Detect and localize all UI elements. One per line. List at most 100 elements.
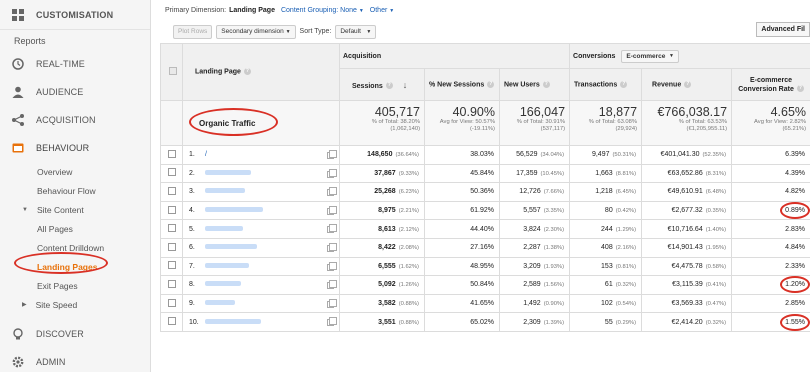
sidebar-item-realtime-label: REAL-TIME <box>36 59 85 69</box>
new-users-value: 12,726 <box>519 188 541 196</box>
help-icon[interactable]: ? <box>385 82 393 90</box>
transactions-cell: 1,663 (8.81%) <box>569 163 643 184</box>
conv-rate-annotation <box>780 202 810 220</box>
copy-icon[interactable] <box>327 224 337 234</box>
transactions-pct: (0.81%) <box>615 263 637 270</box>
conv-rate-cell: 4.82% <box>731 182 810 202</box>
landing-page-link-redacted[interactable] <box>204 225 243 231</box>
conv-rate-header[interactable]: E-commerce Conversion Rate? <box>731 68 810 101</box>
row-checkbox[interactable] <box>167 205 176 214</box>
advanced-filter-button[interactable]: Advanced Fil <box>756 22 810 37</box>
copy-icon[interactable] <box>327 205 337 215</box>
sidebar-section-site-speed[interactable]: ▶ Site Speed <box>0 295 150 314</box>
plot-rows-button[interactable]: Plot Rows <box>173 24 213 39</box>
sidebar-item-exit-pages[interactable]: Exit Pages <box>0 276 150 295</box>
copy-icon[interactable] <box>327 280 337 290</box>
landing-page-link-redacted[interactable] <box>204 318 261 324</box>
sidebar-customisation[interactable]: CUSTOMISATION <box>0 0 150 30</box>
landing-page-link-redacted[interactable] <box>204 281 241 287</box>
help-icon[interactable]: ? <box>487 80 495 88</box>
new-users-pct: (1.39%) <box>543 319 565 326</box>
landing-page-link-redacted[interactable] <box>204 300 235 306</box>
revenue-value: €10,716.64 <box>667 225 703 233</box>
sidebar-item-behaviour-flow[interactable]: Behaviour Flow <box>0 181 150 200</box>
row-checkbox[interactable] <box>167 317 176 326</box>
copy-icon[interactable] <box>327 187 337 197</box>
sort-type-dropdown[interactable]: Default ▼ <box>335 24 377 39</box>
new-users-value: 56,529 <box>516 151 538 159</box>
sidebar-item-acquisition[interactable]: ACQUISITION <box>0 106 150 134</box>
new-sessions-cell: 27.16% <box>424 237 500 258</box>
sidebar-item-all-pages[interactable]: All Pages <box>0 219 150 238</box>
sessions-header[interactable]: Sessions? ↓ <box>339 68 425 101</box>
landing-page-link-redacted[interactable] <box>204 244 257 250</box>
new-users-value: 5,557 <box>523 207 541 215</box>
conv-rate-value: 2.33% <box>785 262 806 270</box>
primary-dimension-label: Primary Dimension: <box>165 7 227 14</box>
copy-icon[interactable] <box>327 317 337 327</box>
sidebar-item-behaviour[interactable]: BEHAVIOUR <box>0 134 150 162</box>
transactions-header[interactable]: Transactions? <box>569 68 643 101</box>
copy-icon[interactable] <box>327 298 337 308</box>
transactions-value: 61 <box>604 281 613 289</box>
new-users-pct: (34.04%) <box>540 152 565 159</box>
row-checkbox[interactable] <box>167 279 176 288</box>
conv-rate-value: 4.82% <box>785 188 806 196</box>
sidebar: CUSTOMISATION Reports REAL-TIME AUDIENCE… <box>0 0 151 372</box>
landing-page-link[interactable]: / <box>205 151 207 158</box>
row-checkbox[interactable] <box>167 298 176 307</box>
sessions-pct: (36.64%) <box>395 152 419 159</box>
sidebar-item-admin[interactable]: ADMIN <box>0 348 150 372</box>
help-icon[interactable]: ? <box>542 80 550 88</box>
sidebar-item-discover[interactable]: DISCOVER <box>0 320 150 348</box>
row-checkbox[interactable] <box>167 261 176 270</box>
help-icon[interactable]: ? <box>243 68 251 76</box>
row-index: 3. <box>189 188 195 196</box>
new-users-value: 3,824 <box>523 225 541 233</box>
sessions-cell: 3,551 (0.88%) <box>339 312 425 332</box>
revenue-value: €63,652.86 <box>667 169 703 177</box>
help-icon[interactable]: ? <box>684 80 692 88</box>
sidebar-item-audience[interactable]: AUDIENCE <box>0 78 150 106</box>
revenue-header[interactable]: Revenue? <box>641 68 733 101</box>
transactions-value: 9,497 <box>591 151 610 159</box>
copy-icon[interactable] <box>327 168 337 178</box>
transactions-header-label: Transactions <box>574 81 618 89</box>
landing-page-header[interactable]: Landing Page? <box>182 43 340 101</box>
secondary-dimension-dropdown[interactable]: Secondary dimension ▼ <box>216 24 296 39</box>
totals-transactions-value: 18,877 <box>598 105 638 119</box>
row-checkbox[interactable] <box>167 224 176 233</box>
sessions-pct: (1.62%) <box>398 263 419 270</box>
copy-icon[interactable] <box>327 242 337 252</box>
table-row: 3. 25,268 (6.23%) 50.36% 12,726 (7.66%) 1,… <box>160 182 810 202</box>
conversions-type-dropdown[interactable]: E-commerce ▼ <box>621 49 679 63</box>
new-sessions-value: 48.95% <box>470 262 494 270</box>
help-icon[interactable]: ? <box>620 80 628 88</box>
landing-page-link-redacted[interactable] <box>204 169 251 175</box>
transactions-pct: (50.31%) <box>612 152 637 159</box>
row-index: 5. <box>189 225 195 233</box>
revenue-value: €2,414.20 <box>671 318 703 326</box>
copy-icon[interactable] <box>327 261 337 271</box>
help-icon[interactable]: ? <box>796 85 804 93</box>
landing-page-link-redacted[interactable] <box>204 207 263 213</box>
other-dimension-link[interactable]: Other ▼ <box>370 7 394 14</box>
select-all-checkbox[interactable] <box>169 67 177 75</box>
sidebar-item-overview[interactable]: Overview <box>0 162 150 181</box>
new-users-pct: (2.30%) <box>543 226 565 233</box>
primary-dimension-landing-page[interactable]: Landing Page <box>229 7 275 14</box>
landing-page-link-redacted[interactable] <box>204 188 245 194</box>
new-sessions-header[interactable]: % New Sessions? <box>424 68 500 101</box>
row-checkbox[interactable] <box>167 149 176 158</box>
row-checkbox[interactable] <box>167 186 176 195</box>
new-users-cell: 2,589 (1.56%) <box>498 275 571 295</box>
row-checkbox[interactable] <box>167 168 176 177</box>
sidebar-item-realtime[interactable]: REAL-TIME <box>0 50 150 78</box>
row-checkbox[interactable] <box>167 242 176 251</box>
table-row: 2. 37,867 (9.33%) 45.84% 17,359 (10.45%) 1… <box>160 163 810 184</box>
content-grouping-link[interactable]: Content Grouping: None ▼ <box>281 7 364 14</box>
landing-page-link-redacted[interactable] <box>204 262 249 268</box>
copy-icon[interactable] <box>327 150 337 159</box>
new-users-header[interactable]: New Users? <box>498 68 571 101</box>
sidebar-section-site-content[interactable]: ▼ Site Content <box>0 200 150 219</box>
